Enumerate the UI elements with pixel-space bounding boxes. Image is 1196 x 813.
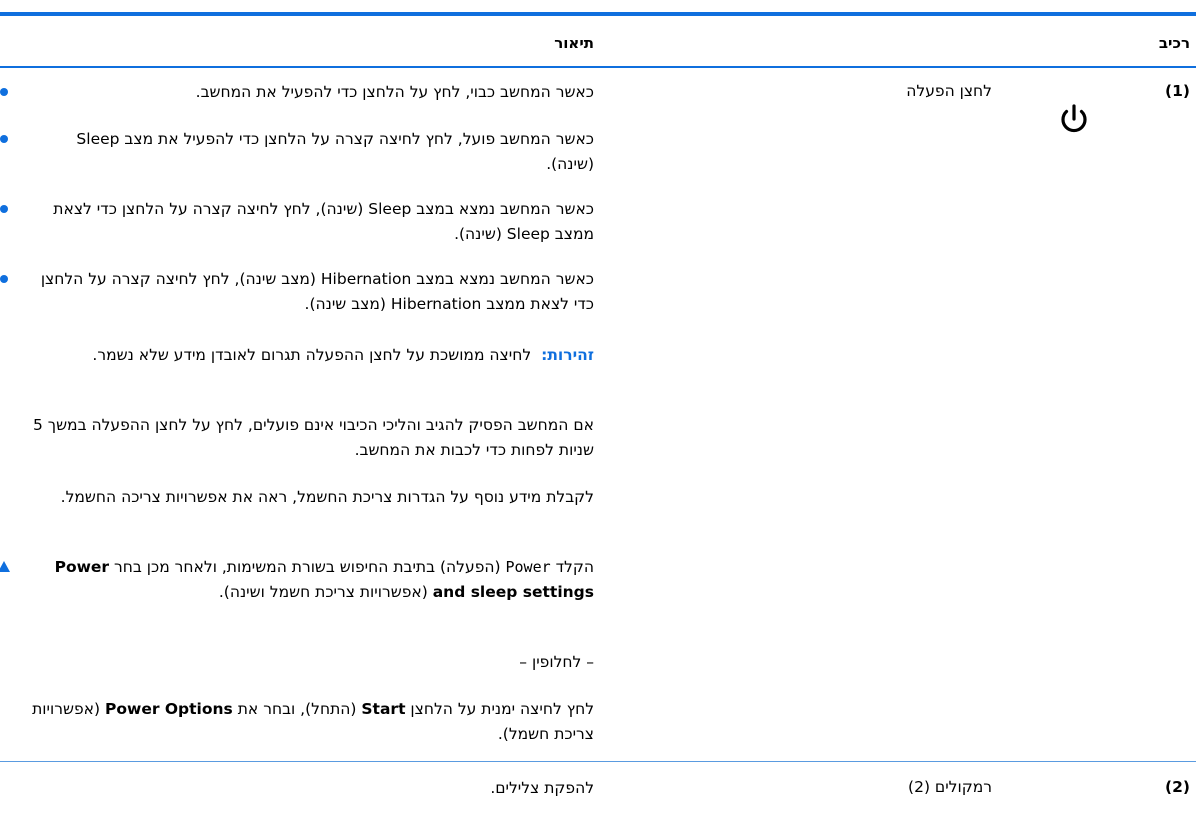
warning-note: זהירות: לחיצה ממושכת על לחצן ההפעלה תגרום…	[28, 343, 594, 368]
bullet-icon	[0, 205, 8, 213]
warning-text: לחיצה ממושכת על לחצן ההפעלה תגרום לאובדן…	[92, 346, 532, 364]
component-column-header: רכיב	[1158, 34, 1190, 52]
alternative-step: לחץ לחיצה ימנית על הלחצן Start (התחל), ו…	[32, 700, 594, 743]
component-name: לחצן הפעלה	[906, 82, 992, 100]
row-number: (1)	[1165, 82, 1190, 100]
warning-label: זהירות:	[541, 346, 594, 364]
bullet-icon	[0, 88, 8, 96]
bullet-icon	[0, 135, 8, 143]
table-row-power: (1) לחצן הפעלה כאשר המחשב כבוי, לחץ על ה…	[0, 80, 1196, 760]
row-divider	[0, 761, 1196, 762]
header-divider	[0, 66, 1196, 68]
description-column-header: תיאור	[554, 34, 594, 52]
force-shutdown-paragraph: אם המחשב הפסיק להגיב והליכי הכיבוי אינם …	[32, 416, 594, 459]
code-text: Power	[505, 558, 551, 576]
power-settings-paragraph: לקבלת מידע נוסף על הגדרות צריכת החשמל, ר…	[60, 488, 594, 506]
component-description: להפקת צלילים.	[490, 779, 594, 797]
power-icon	[1061, 104, 1087, 133]
bullet-icon	[0, 275, 8, 283]
component-name: רמקולים (2)	[908, 778, 992, 796]
component-description: כאשר המחשב כבוי, לחץ על הלחצן כדי להפעיל…	[0, 80, 594, 760]
row-number: (2)	[1165, 778, 1190, 796]
table-header: רכיב תיאור	[0, 16, 1196, 70]
alternative-separator: – לחלופין –	[519, 653, 594, 671]
triangle-bullet-icon	[0, 561, 10, 572]
table-row-speakers: (2) רמקולים (2) להפקת צלילים.	[0, 778, 1196, 808]
